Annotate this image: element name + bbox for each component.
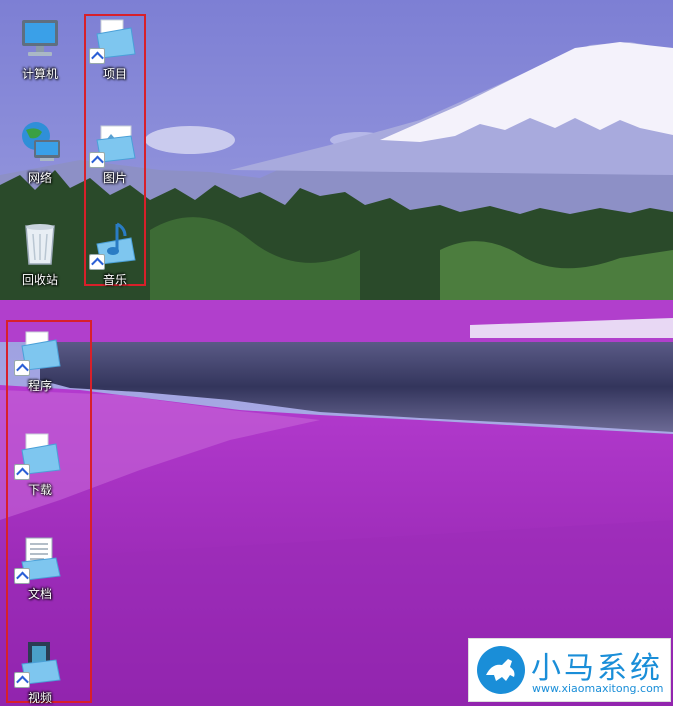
folder-icon	[89, 14, 139, 64]
desktop-icon-projects[interactable]: 项目	[83, 10, 147, 96]
icon-label: 音乐	[102, 273, 127, 287]
shortcut-arrow-icon	[89, 152, 105, 168]
icon-label: 程序	[27, 379, 52, 393]
shortcut-arrow-icon	[89, 254, 105, 270]
shortcut-arrow-icon	[89, 48, 105, 64]
desktop-icon-recycle-bin[interactable]: 回收站	[8, 216, 72, 302]
watermark-brand: 小马系统	[531, 651, 663, 686]
shortcut-arrow-icon	[14, 568, 30, 584]
recycle-bin-icon	[16, 220, 64, 268]
shortcut-arrow-icon	[14, 672, 30, 688]
icon-label: 视频	[27, 691, 52, 705]
pictures-icon	[89, 118, 139, 168]
videos-icon	[14, 638, 64, 688]
icon-label: 文档	[27, 587, 52, 601]
watermark-logo: 小马系统 www.xiaomaxitong.com	[468, 638, 671, 702]
desktop-icon-music[interactable]: 音乐	[83, 216, 147, 302]
downloads-icon	[14, 430, 64, 480]
icon-label: 网络	[27, 171, 52, 185]
desktop-icon-computer[interactable]: 计算机	[8, 10, 72, 96]
network-icon	[16, 118, 64, 166]
music-icon	[89, 220, 139, 270]
desktop[interactable]: 计算机 网络 回收站 项目 图片 音乐 程序 下载 文档 视频 小马系统 www…	[0, 0, 673, 706]
desktop-icon-pictures[interactable]: 图片	[83, 114, 147, 200]
watermark-url: www.xiaomaxitong.com	[532, 682, 664, 695]
icon-label: 图片	[102, 171, 127, 185]
icon-label: 回收站	[21, 273, 58, 287]
icon-label: 项目	[102, 67, 127, 81]
folder-icon	[14, 326, 64, 376]
shortcut-arrow-icon	[14, 464, 30, 480]
icon-label: 计算机	[21, 67, 58, 81]
desktop-icon-downloads[interactable]: 下载	[8, 426, 72, 512]
icon-label: 下载	[27, 483, 52, 497]
documents-icon	[14, 534, 64, 584]
horse-logo-icon	[477, 646, 525, 694]
desktop-icon-programs[interactable]: 程序	[8, 322, 72, 408]
desktop-icon-network[interactable]: 网络	[8, 114, 72, 200]
computer-icon	[16, 14, 64, 62]
desktop-icon-documents[interactable]: 文档	[8, 530, 72, 616]
shortcut-arrow-icon	[14, 360, 30, 376]
desktop-icon-videos[interactable]: 视频	[8, 634, 72, 706]
